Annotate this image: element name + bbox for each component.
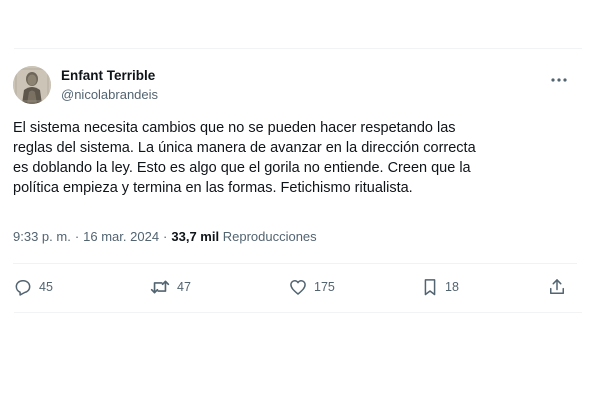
author-handle[interactable]: @nicolabrandeis [61,86,158,103]
tweet-header: Enfant Terrible @nicolabrandeis [13,64,577,108]
tweet-text: El sistema necesita cambios que no se pu… [13,118,573,198]
like-button[interactable]: 175 [288,276,335,298]
author-display-name[interactable]: Enfant Terrible [61,67,158,84]
more-options-button[interactable] [547,70,571,90]
tweet-text-line: política empieza y termina en las formas… [13,180,413,196]
tweet-date[interactable]: 16 mar. 2024 [83,229,159,244]
bookmark-count: 18 [445,280,459,294]
repost-button[interactable]: 47 [149,276,191,298]
views-count: 33,7 mil [171,229,220,244]
bottom-divider [14,312,582,313]
meta-separator: · [74,229,80,244]
tweet-text-line: reglas del sistema. La única manera de a… [13,140,476,156]
tweet-time[interactable]: 9:33 p. m. [13,229,71,244]
portrait-avatar-icon [13,66,51,104]
share-button[interactable] [547,276,567,298]
bookmark-icon [424,279,436,296]
repost-count: 47 [177,280,191,294]
reply-count: 45 [39,280,53,294]
action-bar: 45 47 175 18 [13,272,575,302]
tweet-text-line: es doblando la ley. Esto es algo que el … [13,160,471,176]
screenshot-canvas: Enfant Terrible @nicolabrandeis El siste… [0,0,600,400]
share-icon [550,279,564,294]
avatar[interactable] [13,66,51,104]
author-names: Enfant Terrible @nicolabrandeis [61,67,158,103]
tweet-meta: 9:33 p. m. · 16 mar. 2024 · 33,7 mil Reprodu… [13,228,317,246]
reply-icon [15,280,31,296]
tweet-card: Enfant Terrible @nicolabrandeis El siste… [10,50,580,312]
heart-icon [290,280,306,295]
views-label: Reproducciones [222,229,317,244]
tweet-text-line: El sistema necesita cambios que no se pu… [13,120,456,136]
actions-divider [13,263,577,264]
reply-button[interactable]: 45 [13,276,53,298]
bookmark-button[interactable]: 18 [421,276,459,298]
more-horizontal-icon [551,78,567,82]
top-divider [14,48,582,49]
meta-separator: · [163,229,168,244]
like-count: 175 [314,280,335,294]
repost-icon [150,280,170,294]
